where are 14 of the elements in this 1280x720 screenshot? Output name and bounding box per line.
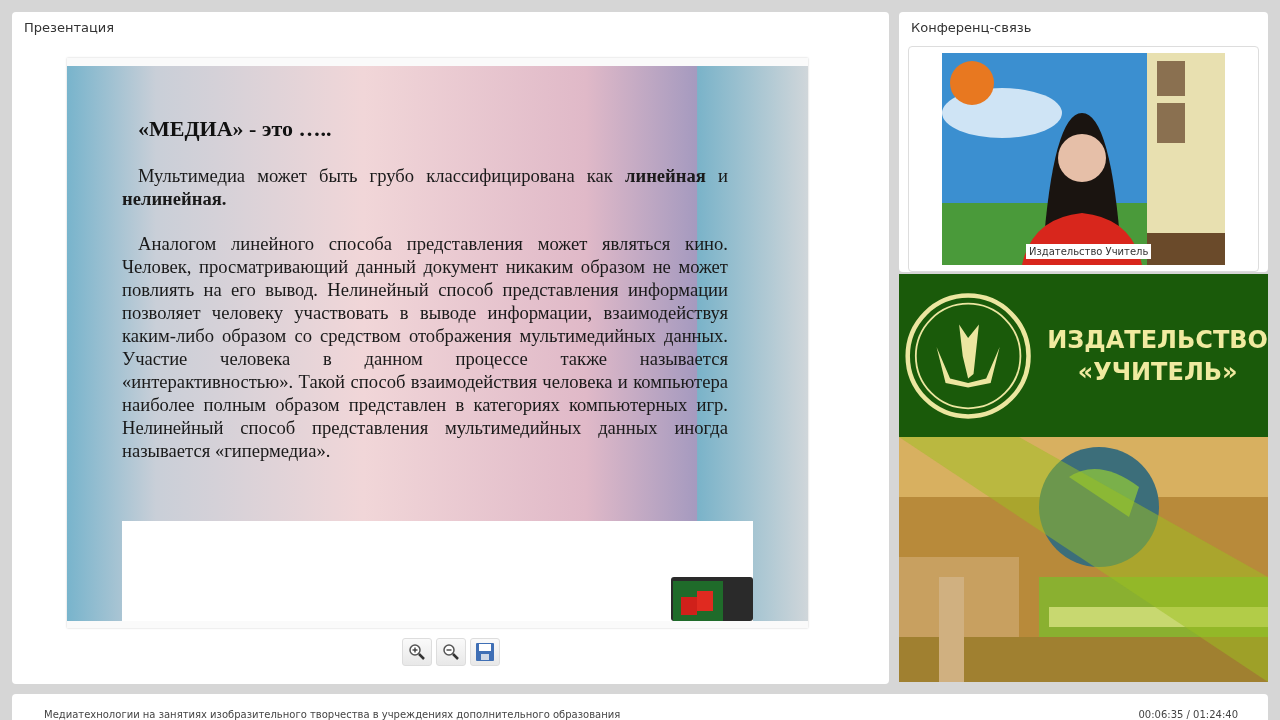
- banner-title: «УЧИТЕЛЬ»: [1077, 356, 1238, 388]
- slide-paragraph: Аналогом линейного способа представления может являться кино. Человек, просматривающий данный документ никаким образом не может повлиять на его вывод. Нелинейный способ представления информации позволяет человеку участвовать в выводе информации, взаимодействуя каким-либо образом со средством отображения мультимедийных данных. Участие человека в данном процессе также называется «интерактивностью». Такой способ взаимодействия человека и компьютера наиболее полным образом представлен в категориях компьютерных игр. Нелинейный способ представления мультимедийных данных иногда называется «гипермедиа».: [122, 232, 728, 462]
- course-title: Медиатехнологии на занятиях изобразительного творчества в учреждениях дополнительного образования: [44, 709, 621, 720]
- slide-heading: «МЕДИА» - это …..: [138, 116, 333, 142]
- panel-title: Конференц-связь: [910, 19, 1033, 37]
- zoom-out-button[interactable]: [435, 638, 466, 666]
- panel-title: Презентация: [23, 19, 116, 37]
- save-button[interactable]: [469, 638, 500, 666]
- zoom-in-icon: [407, 643, 426, 661]
- banner-title: ИЗДАТЕЛЬСТВО: [1047, 324, 1268, 356]
- slide-paragraph: Мультимедиа может быть грубо классифицирована как линейная и нелинейная.: [122, 164, 728, 210]
- zoom-out-icon: [441, 643, 460, 661]
- zoom-in-button[interactable]: [401, 638, 432, 666]
- playback-time: 00:06:35 / 01:24:40: [1138, 709, 1238, 720]
